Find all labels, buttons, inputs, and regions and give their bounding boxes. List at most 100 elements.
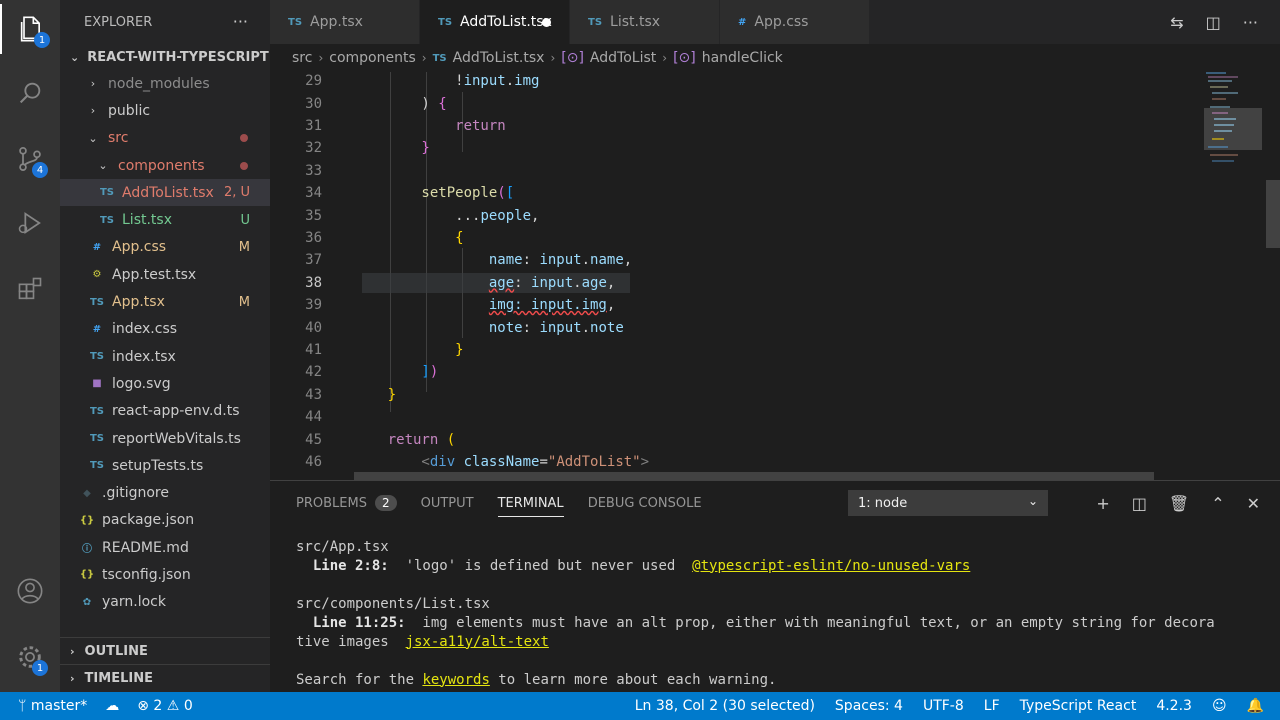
- typescript-file-icon: TS: [288, 16, 303, 28]
- status-right: Ln 38, Col 2 (30 selected) Spaces: 4 UTF…: [635, 692, 1280, 720]
- outline-section[interactable]: › OUTLINE: [60, 637, 270, 664]
- tab-problems[interactable]: PROBLEMS 2: [296, 481, 397, 525]
- tree-item-public[interactable]: › public: [60, 97, 270, 124]
- code-editor[interactable]: 29 !input.img 30 ) { 31 return 32 } 33 3…: [270, 72, 1280, 480]
- indentation[interactable]: Spaces: 4: [835, 698, 903, 714]
- tree-item-label: index.css: [112, 321, 178, 338]
- breadcrumb-item[interactable]: AddToList.tsx: [453, 50, 545, 66]
- trash-icon[interactable]: 🗑: [1169, 494, 1189, 513]
- bell-icon[interactable]: 🔔: [1247, 698, 1264, 714]
- json-file-icon: {}: [79, 569, 95, 581]
- end-of-line[interactable]: LF: [984, 698, 1000, 714]
- tree-item-gitignore[interactable]: ◆ .gitignore: [60, 479, 270, 506]
- more-actions-icon[interactable]: ···: [233, 12, 248, 31]
- terminal-output[interactable]: src/App.tsx Line 2:8: 'logo' is defined …: [270, 525, 1280, 689]
- more-actions-icon[interactable]: ···: [1243, 13, 1258, 32]
- timeline-section[interactable]: › TIMELINE: [60, 664, 270, 691]
- feedback-icon[interactable]: ☺: [1212, 698, 1227, 714]
- cursor-position[interactable]: Ln 38, Col 2 (30 selected): [635, 698, 815, 714]
- tab-output[interactable]: OUTPUT: [421, 481, 474, 525]
- tree-item-label: App.test.tsx: [112, 266, 197, 283]
- search-activity-button[interactable]: [0, 68, 60, 118]
- yarn-file-icon: ✿: [82, 596, 92, 608]
- tab-addtolist-tsx[interactable]: TS AddToList.tsx: [420, 0, 570, 44]
- breadcrumb-item[interactable]: AddToList: [590, 50, 656, 66]
- json-file-icon: {}: [79, 514, 95, 526]
- tree-item-addtolist-tsx[interactable]: TS AddToList.tsx 2, U: [60, 179, 270, 207]
- tab-list-tsx[interactable]: TS List.tsx: [570, 0, 720, 44]
- tree-item-index-tsx[interactable]: TS index.tsx: [60, 343, 270, 370]
- source-control-activity-button[interactable]: 4: [0, 134, 60, 184]
- accounts-activity-button[interactable]: [0, 566, 60, 616]
- tab-app-css[interactable]: # App.css: [720, 0, 870, 44]
- terminal-select[interactable]: 1: node ⌄: [848, 490, 1048, 516]
- branch-status[interactable]: ᛘ master*: [18, 698, 87, 714]
- tree-item-label: index.tsx: [112, 348, 176, 365]
- run-debug-activity-button[interactable]: [0, 198, 60, 248]
- split-editor-icon[interactable]: ◫: [1206, 13, 1221, 32]
- manage-activity-button[interactable]: 1: [0, 632, 60, 682]
- tree-item-components[interactable]: ⌄ components: [60, 152, 270, 179]
- tree-item-package-json[interactable]: {} package.json: [60, 507, 270, 534]
- open-changes-icon[interactable]: ⇆: [1170, 13, 1183, 32]
- tree-item-app-tsx[interactable]: TS App.tsx M: [60, 288, 270, 315]
- tree-item-list-tsx[interactable]: TS List.tsx U: [60, 206, 270, 233]
- tree-item-yarn-lock[interactable]: ✿ yarn.lock: [60, 589, 270, 616]
- terminal-link[interactable]: keywords: [422, 672, 489, 688]
- code-line: 37 name: input.name,: [270, 249, 1200, 271]
- tree-item-report-web-vitals[interactable]: TS reportWebVitals.ts: [60, 425, 270, 452]
- chevron-right-icon: ›: [421, 51, 427, 65]
- tree-item-index-css[interactable]: # index.css: [60, 316, 270, 343]
- tree-item-app-test-tsx[interactable]: ⚙ App.test.tsx: [60, 261, 270, 288]
- tree-item-src[interactable]: ⌄ src: [60, 125, 270, 152]
- unsaved-dot-icon[interactable]: [542, 17, 551, 27]
- problems-status[interactable]: ⊗ 2 ⚠ 0: [137, 698, 193, 714]
- minimap[interactable]: [1204, 72, 1262, 480]
- language-mode[interactable]: TypeScript React: [1020, 698, 1137, 714]
- tab-label: App.css: [754, 14, 809, 30]
- new-terminal-icon[interactable]: +: [1096, 494, 1109, 513]
- sync-icon[interactable]: ☁: [105, 698, 119, 714]
- tree-item-react-app-env[interactable]: TS react-app-env.d.ts: [60, 398, 270, 425]
- tree-item-readme[interactable]: ⓘ README.md: [60, 534, 270, 561]
- explorer-activity-button[interactable]: 1: [0, 4, 60, 54]
- workspace-root-folder[interactable]: ⌄ REACT-WITH-TYPESCRIPT: [60, 44, 270, 70]
- modified-dot-icon: [240, 134, 248, 143]
- vertical-scrollbar[interactable]: [1266, 180, 1280, 248]
- explorer-sidebar: EXPLORER ··· ⌄ REACT-WITH-TYPESCRIPT › n…: [60, 0, 270, 692]
- terminal-link[interactable]: jsx-a11y/alt-text: [406, 634, 549, 650]
- horizontal-scrollbar[interactable]: [354, 472, 1154, 480]
- terminal-link[interactable]: @typescript-eslint/no-unused-vars: [692, 558, 970, 574]
- tab-app-tsx[interactable]: TS App.tsx: [270, 0, 420, 44]
- activity-bar: 1 4 1: [0, 0, 60, 692]
- search-icon: [19, 82, 41, 104]
- typescript-version[interactable]: 4.2.3: [1156, 698, 1192, 714]
- code-line: 32 }: [270, 137, 1200, 159]
- maximize-panel-icon[interactable]: ⌃: [1211, 494, 1224, 513]
- tree-item-tsconfig[interactable]: {} tsconfig.json: [60, 561, 270, 588]
- tab-label: PROBLEMS: [296, 495, 367, 511]
- encoding[interactable]: UTF-8: [923, 698, 964, 714]
- tab-terminal[interactable]: TERMINAL: [497, 481, 564, 525]
- line-number: 43: [305, 386, 322, 403]
- minimap-preview: [1204, 72, 1262, 162]
- code-line: 34 setPeople([: [270, 182, 1200, 204]
- tree-item-app-css[interactable]: # App.css M: [60, 234, 270, 261]
- tree-item-logo-svg[interactable]: ■ logo.svg: [60, 370, 270, 397]
- breadcrumb-item[interactable]: src: [292, 50, 312, 66]
- tree-item-node-modules[interactable]: › node_modules: [60, 70, 270, 97]
- split-terminal-icon[interactable]: ◫: [1132, 494, 1147, 513]
- line-number: 35: [305, 207, 322, 224]
- line-content: return: [354, 117, 506, 134]
- tab-label: List.tsx: [610, 14, 661, 30]
- tab-debug-console[interactable]: DEBUG CONSOLE: [588, 481, 702, 525]
- tree-item-setup-tests[interactable]: TS setupTests.ts: [60, 452, 270, 479]
- git-status-badge: U: [240, 212, 250, 228]
- breadcrumb-item[interactable]: components: [329, 50, 416, 66]
- extensions-activity-button[interactable]: [0, 264, 60, 314]
- breadcrumb-item[interactable]: handleClick: [702, 50, 783, 66]
- tree-item-label: List.tsx: [122, 212, 172, 229]
- close-icon[interactable]: ✕: [1247, 494, 1260, 513]
- typescript-file-icon: TS: [89, 351, 105, 363]
- line-content: age: input.age,: [488, 274, 616, 291]
